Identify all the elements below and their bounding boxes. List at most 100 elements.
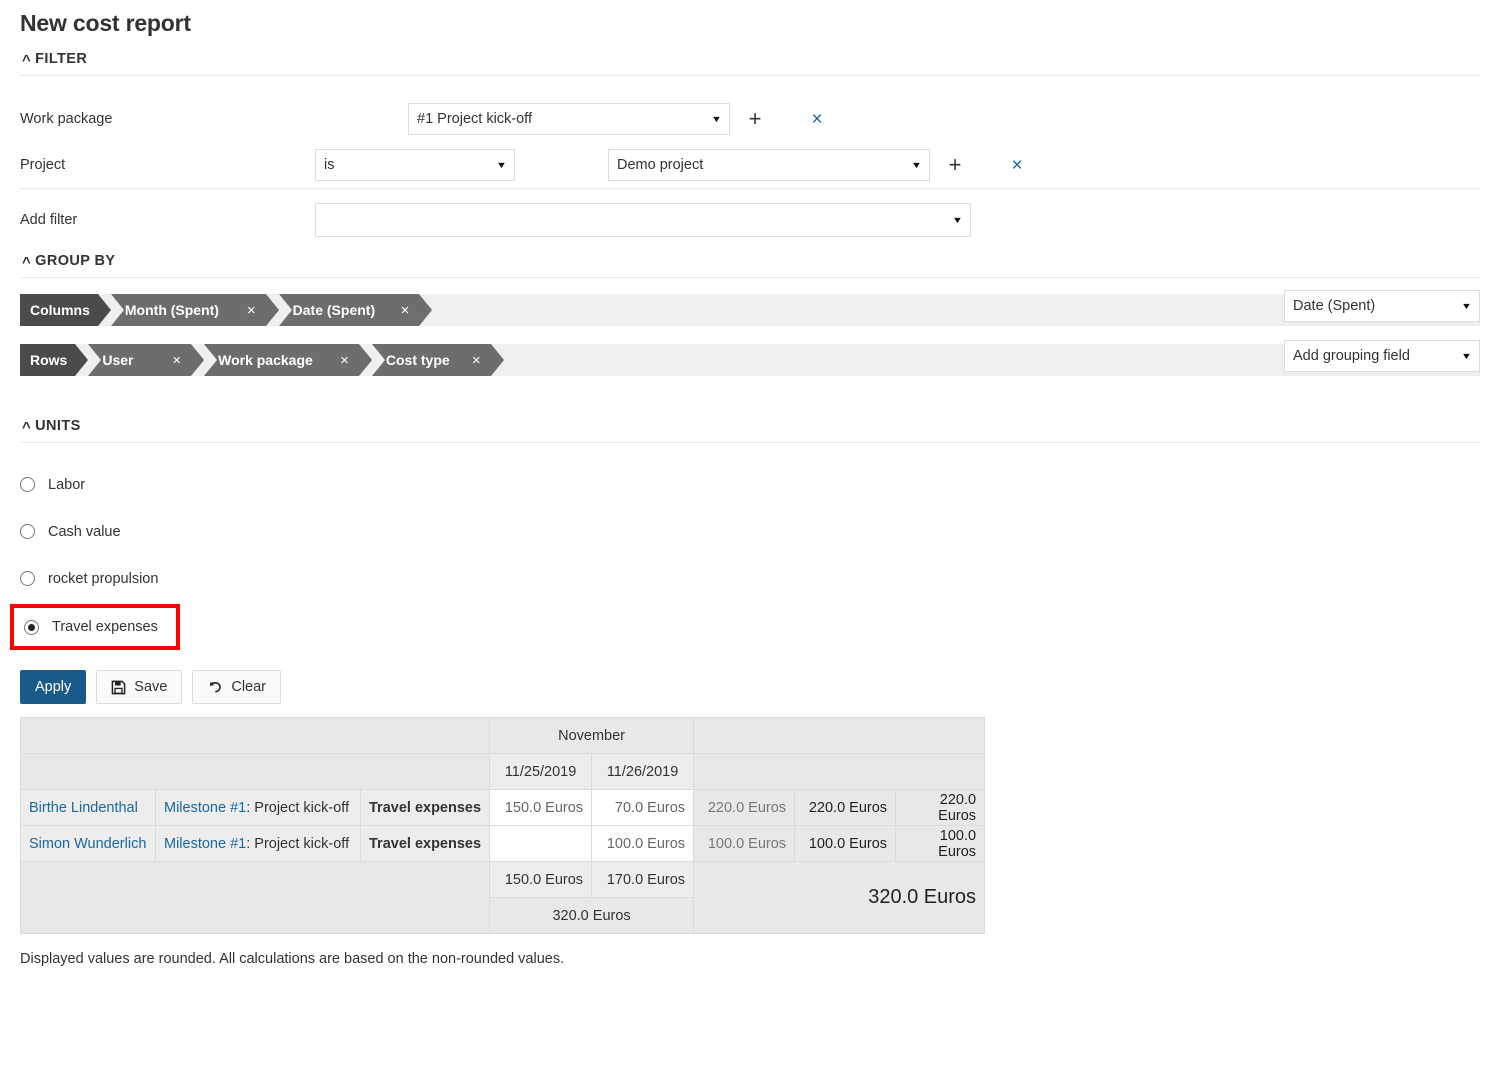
- unit-option-label: Travel expenses: [52, 619, 158, 635]
- chevron-down-icon: ▼: [711, 114, 722, 124]
- totals-blank-left: [21, 862, 490, 934]
- group-by-columns-select[interactable]: Date (Spent) ▼: [1284, 290, 1480, 322]
- unit-option-rocket-propulsion[interactable]: rocket propulsion: [20, 555, 1500, 602]
- group-by-chip-cost-type[interactable]: Cost type ×: [372, 344, 491, 376]
- radio-icon[interactable]: [20, 524, 35, 539]
- header-month: November: [490, 718, 694, 754]
- header-blank-right: [694, 718, 985, 754]
- cell-work-package[interactable]: Milestone #1: Project kick-off: [156, 826, 361, 862]
- filter-value-select-work-package[interactable]: #1 Project kick-off ▼: [408, 103, 730, 135]
- unit-option-cash-value[interactable]: Cash value: [20, 508, 1500, 555]
- add-filter-value-button-project[interactable]: +: [942, 154, 968, 176]
- filter-label-work-package: Work package: [20, 111, 315, 127]
- group-by-body: Columns Month (Spent) × Date (Spent) × D…: [0, 278, 1500, 376]
- filter-row-work-package: Work package #1 Project kick-off ▼ + ×: [0, 96, 1500, 142]
- units-section-header[interactable]: ^ UNITS: [0, 418, 1500, 442]
- cell-user[interactable]: Birthe Lindenthal: [21, 790, 156, 826]
- rounding-note: Displayed values are rounded. All calcul…: [0, 934, 1500, 967]
- unit-option-label: Cash value: [48, 524, 121, 540]
- unit-option-labor[interactable]: Labor: [20, 461, 1500, 508]
- total-date-2: 170.0 Euros: [592, 862, 694, 898]
- chevron-down-icon: ▼: [1461, 351, 1472, 361]
- radio-icon[interactable]: [20, 477, 35, 492]
- header-blank-left-2: [21, 754, 490, 790]
- group-by-chip-label: Date (Spent): [293, 302, 387, 318]
- close-icon[interactable]: ×: [401, 303, 410, 318]
- cell-row-total-1: 220.0 Euros: [795, 790, 896, 826]
- cell-row-total-2: 100.0 Euros: [896, 826, 985, 862]
- unit-option-label: Labor: [48, 477, 85, 493]
- group-by-columns-header-chip: Columns: [20, 294, 98, 326]
- group-by-section-header[interactable]: ^ GROUP BY: [0, 253, 1500, 277]
- work-package-link[interactable]: Milestone #1: [164, 836, 246, 852]
- group-by-rows-select-wrap: Add grouping field ▼: [1284, 340, 1480, 372]
- header-blank-right-2: [694, 754, 985, 790]
- close-icon[interactable]: ×: [472, 353, 481, 368]
- floppy-disk-icon: [111, 680, 126, 695]
- units-section-label: UNITS: [35, 418, 81, 434]
- filter-value-select-project[interactable]: Demo project ▼: [608, 149, 930, 181]
- group-by-rows-select-value: Add grouping field: [1293, 348, 1456, 364]
- user-link[interactable]: Simon Wunderlich: [29, 836, 146, 852]
- clear-button-label: Clear: [231, 679, 266, 695]
- filter-operator-select-project[interactable]: is ▼: [315, 149, 515, 181]
- total-month: 320.0 Euros: [490, 898, 694, 934]
- table-header-row-month: November: [21, 718, 985, 754]
- chevron-down-icon: ▼: [496, 160, 507, 170]
- group-by-chip-user[interactable]: User ×: [88, 344, 191, 376]
- chevron-up-icon: ^: [22, 420, 31, 435]
- group-by-chip-work-package[interactable]: Work package ×: [204, 344, 359, 376]
- unit-option-travel-expenses[interactable]: Travel expenses: [10, 604, 180, 650]
- radio-icon[interactable]: [20, 571, 35, 586]
- cell-row-total-2: 220.0 Euros: [896, 790, 985, 826]
- cell-cost-type: Travel expenses: [361, 790, 490, 826]
- apply-button[interactable]: Apply: [20, 670, 86, 704]
- group-by-chip-label: User: [102, 352, 158, 368]
- header-date-2: 11/26/2019: [592, 754, 694, 790]
- remove-filter-button-project[interactable]: ×: [1004, 156, 1030, 175]
- unit-option-label: rocket propulsion: [48, 571, 158, 587]
- table-totals-row-dates: 150.0 Euros 170.0 Euros 320.0 Euros: [21, 862, 985, 898]
- group-by-rows-row: Rows User × Work package × Cost type × A…: [20, 344, 1480, 376]
- group-by-rows-chips: Rows User × Work package × Cost type ×: [20, 344, 504, 376]
- chevron-down-icon: ▼: [911, 160, 922, 170]
- group-by-columns-header-label: Columns: [30, 302, 90, 318]
- cell-row-subtotal: 100.0 Euros: [694, 826, 795, 862]
- report-table-body: Birthe Lindenthal Milestone #1: Project …: [21, 790, 985, 934]
- work-package-link[interactable]: Milestone #1: [164, 800, 246, 816]
- cell-work-package[interactable]: Milestone #1: Project kick-off: [156, 790, 361, 826]
- filter-section-header[interactable]: ^ FILTER: [0, 51, 1500, 75]
- filter-rows: Work package #1 Project kick-off ▼ + × P…: [0, 76, 1500, 251]
- close-icon[interactable]: ×: [172, 353, 181, 368]
- add-filter-value-button-work-package[interactable]: +: [742, 108, 768, 130]
- chevron-up-icon: ^: [22, 53, 31, 68]
- close-icon[interactable]: ×: [340, 353, 349, 368]
- report-table-wrap: November 11/25/2019 11/26/2019 Birthe Li…: [0, 704, 1500, 934]
- clear-button[interactable]: Clear: [192, 670, 281, 704]
- radio-icon-selected[interactable]: [24, 620, 39, 635]
- cell-value-date-1: [490, 826, 592, 862]
- close-icon[interactable]: ×: [247, 303, 256, 318]
- table-row: Birthe Lindenthal Milestone #1: Project …: [21, 790, 985, 826]
- filter-row-project: Project is ▼ Demo project ▼ + ×: [0, 142, 1500, 188]
- group-by-rows-header-chip: Rows: [20, 344, 75, 376]
- group-by-chip-date-spent[interactable]: Date (Spent) ×: [279, 294, 420, 326]
- cell-row-subtotal: 220.0 Euros: [694, 790, 795, 826]
- group-by-chip-label: Work package: [218, 352, 326, 368]
- action-button-bar: Apply Save Clear: [0, 650, 1500, 704]
- group-by-section-label: GROUP BY: [35, 253, 115, 269]
- add-filter-row: Add filter ▼: [0, 189, 1500, 251]
- add-filter-select[interactable]: ▼: [315, 203, 971, 237]
- user-link[interactable]: Birthe Lindenthal: [29, 800, 138, 816]
- group-by-chip-label: Month (Spent): [125, 302, 233, 318]
- filter-label-project: Project: [20, 157, 315, 173]
- table-row: Simon Wunderlich Milestone #1: Project k…: [21, 826, 985, 862]
- group-by-chip-month-spent[interactable]: Month (Spent) ×: [111, 294, 266, 326]
- group-by-rows-select[interactable]: Add grouping field ▼: [1284, 340, 1480, 372]
- remove-filter-button-work-package[interactable]: ×: [804, 110, 830, 129]
- group-by-columns-select-value: Date (Spent): [1293, 298, 1456, 314]
- save-button[interactable]: Save: [96, 670, 182, 704]
- add-filter-label: Add filter: [20, 212, 315, 228]
- total-date-1: 150.0 Euros: [490, 862, 592, 898]
- cell-user[interactable]: Simon Wunderlich: [21, 826, 156, 862]
